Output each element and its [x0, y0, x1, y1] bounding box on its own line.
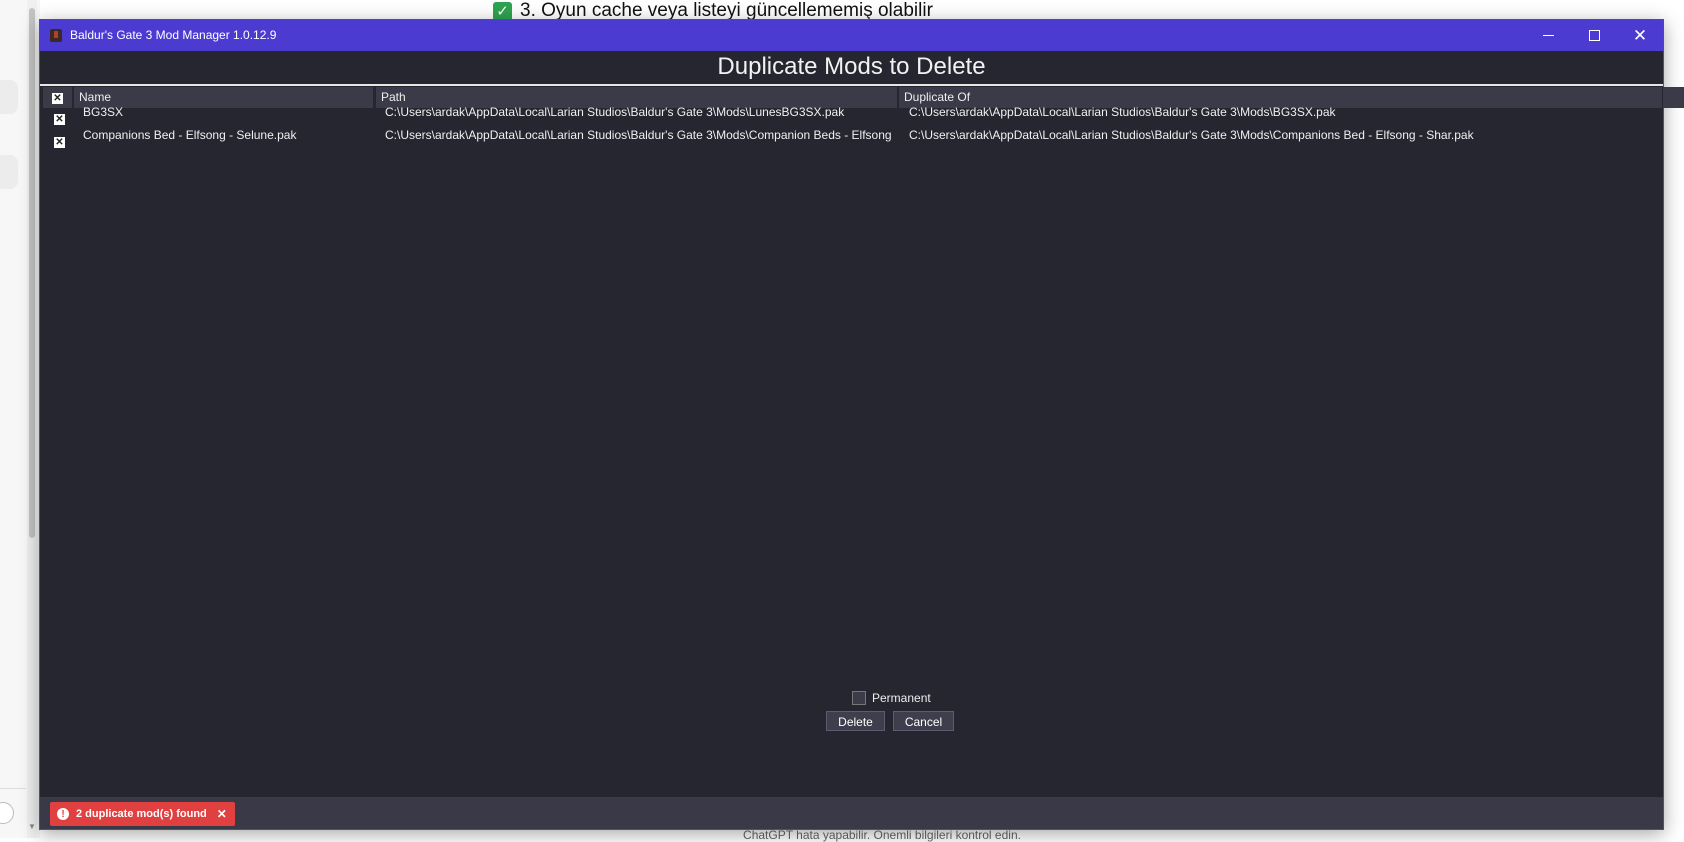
status-bar: ! 2 duplicate mod(s) found ✕ [40, 797, 1663, 829]
checkbox-x-icon: ✕ [54, 137, 65, 148]
permanent-option[interactable]: Permanent [852, 689, 931, 707]
table-row[interactable]: ✕ BG3SX C:\Users\ardak\AppData\Local\Lar… [40, 100, 1663, 125]
error-icon: ! [57, 808, 69, 820]
minimize-button[interactable] [1525, 20, 1571, 51]
table-row[interactable]: ✕ Companions Bed - Elfsong - Selune.pak … [40, 123, 1663, 148]
title-divider [40, 84, 1663, 86]
duplicate-of-cell: C:\Users\ardak\AppData\Local\Larian Stud… [909, 128, 1474, 142]
dismiss-toast-icon[interactable]: ✕ [217, 807, 227, 821]
background-sidebar-item[interactable] [0, 80, 18, 114]
maximize-icon [1588, 30, 1600, 41]
checkmark-icon: ✓ [493, 1, 512, 21]
cancel-button[interactable]: Cancel [893, 711, 954, 731]
background-scroll-thumb[interactable] [29, 8, 35, 538]
status-toast[interactable]: ! 2 duplicate mod(s) found ✕ [50, 802, 235, 826]
mod-name-cell: BG3SX [83, 105, 124, 119]
close-icon: ✕ [1632, 26, 1648, 45]
row-checkbox[interactable]: ✕ [54, 129, 68, 153]
mod-path-cell: C:\Users\ardak\AppData\Local\Larian Stud… [385, 128, 892, 142]
mod-manager-window: Baldur's Gate 3 Mod Manager 1.0.12.9 ✕ D… [39, 19, 1684, 830]
background-divider [0, 788, 26, 789]
permanent-label: Permanent [872, 691, 931, 705]
duplicate-of-cell: C:\Users\ardak\AppData\Local\Larian Stud… [909, 105, 1336, 119]
delete-button[interactable]: Delete [826, 711, 885, 731]
background-sidebar-item[interactable] [0, 155, 18, 189]
permanent-checkbox[interactable] [852, 691, 866, 705]
dialog-title: Duplicate Mods to Delete [717, 53, 986, 80]
status-message: 2 duplicate mod(s) found [76, 808, 207, 820]
mod-path-cell: C:\Users\ardak\AppData\Local\Larian Stud… [385, 105, 845, 119]
mod-name-cell: Companions Bed - Elfsong - Selune.pak [83, 128, 297, 142]
background-footer-disclaimer: ChatGPT hata yapabilir. Önemli bilgileri… [743, 828, 1021, 842]
maximize-button[interactable] [1571, 20, 1617, 51]
minimize-icon [1542, 35, 1554, 36]
close-window-button[interactable]: ✕ [1617, 20, 1663, 51]
title-bar[interactable]: Baldur's Gate 3 Mod Manager 1.0.12.9 ✕ [40, 20, 1663, 51]
app-logo-icon [50, 29, 62, 42]
window-title: Baldur's Gate 3 Mod Manager 1.0.12.9 [70, 28, 277, 42]
